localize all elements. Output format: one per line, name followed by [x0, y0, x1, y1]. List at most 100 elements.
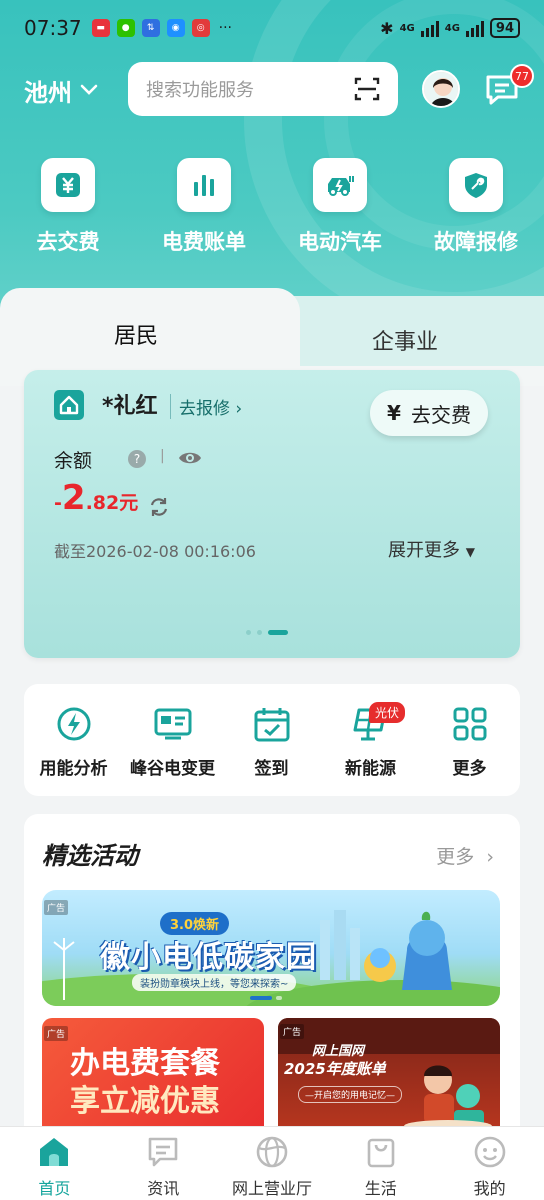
yen-icon [41, 158, 95, 212]
nav-label: 资讯 [147, 1179, 180, 1198]
nav-life[interactable]: 生活 [326, 1127, 435, 1200]
nav-label: 生活 [364, 1179, 397, 1198]
tab-resident[interactable]: 居民 [0, 288, 300, 368]
balance-value: -2.82元 [54, 478, 138, 518]
scan-icon[interactable] [354, 77, 380, 101]
battery-indicator: 94 [489, 18, 520, 38]
quick-repair[interactable]: 故障报修 [408, 158, 544, 256]
bluetooth-icon: ✱ [380, 18, 394, 38]
banner-title: 徽小电低碳家园 [100, 940, 317, 975]
bulb-notification-icon: ◉ [166, 19, 185, 37]
caret-down-icon: ▼ [465, 545, 475, 559]
service-more[interactable]: 更多 [420, 684, 519, 796]
service-new-energy[interactable]: 光伏 新能源 [321, 684, 420, 796]
tab-resident-label: 居民 [114, 324, 159, 349]
ad-tag: 广告 [44, 900, 69, 915]
account-card[interactable]: *礼红 去报修 › ¥ 去交费 余额 ? | -2.82元 截至2026-02-… [24, 370, 520, 658]
home-icon [40, 1138, 69, 1166]
help-icon[interactable]: ? [128, 450, 146, 468]
city-selector[interactable]: 池州 [24, 73, 98, 108]
repair-link[interactable]: 去报修 › [170, 394, 242, 419]
nav-mine[interactable]: 我的 [435, 1127, 544, 1200]
signal-icon [420, 19, 439, 37]
avatar-icon [424, 72, 458, 106]
bottom-navigation: 首页 资讯 网上营业厅 生活 我的 [0, 1126, 544, 1200]
activity-banner-main[interactable]: 广告 3.0焕新 徽小电低碳家园 装扮勋章模块上线，等您来探索~ [42, 890, 500, 1006]
huawei-notification-icon: ▬ [91, 19, 110, 37]
expand-more-label: 展开更多 [388, 540, 460, 561]
quick-menu: 去交费 电费账单 电动汽车 故障报修 [0, 158, 544, 256]
message-badge: 77 [510, 64, 534, 88]
pay-button[interactable]: ¥ 去交费 [370, 390, 488, 436]
balance-sign: - [54, 492, 62, 514]
smiley-icon [474, 1136, 505, 1168]
section-title: 精选活动 [42, 842, 138, 870]
nav-label: 网上营业厅 [231, 1179, 312, 1198]
nav-news[interactable]: 资讯 [109, 1127, 218, 1200]
search-placeholder: 搜索功能服务 [146, 80, 254, 101]
message-button[interactable]: 77 [484, 64, 534, 108]
service-row: 用能分析 峰谷电变更 签到 光伏 新能源 更多 [24, 684, 520, 796]
expand-more[interactable]: 展开更多 ▼ [388, 536, 475, 562]
quick-label: 故障报修 [434, 230, 518, 254]
shopping-bag-icon [367, 1138, 395, 1168]
globe-icon [256, 1136, 288, 1168]
divider: | [160, 448, 165, 464]
tab-enterprise[interactable]: 企事业 [276, 296, 544, 368]
service-energy-analysis[interactable]: 用能分析 [24, 684, 123, 796]
top-bar: 池州 搜索功能服务 77 [0, 62, 544, 118]
city-name: 池州 [24, 78, 72, 107]
account-type-tabs: 企事业 居民 [0, 288, 544, 368]
banner-pager [250, 996, 282, 1000]
activity-banner-package[interactable]: 广告 办电费套餐 享立减优惠 [42, 1018, 264, 1130]
account-name: *礼红 [102, 394, 158, 419]
nav-home[interactable]: 首页 [0, 1127, 109, 1200]
more-link[interactable]: 更多 › [436, 842, 494, 869]
pv-badge: 光伏 [369, 702, 406, 723]
ad-tag: 广告 [280, 1024, 305, 1039]
more-notifications-indicator: ··· [218, 20, 232, 36]
featured-activities: 精选活动 更多 › 广告 3.0焕新 徽小电低碳家园 装扮勋章模块上线，等您来探… [24, 814, 520, 1134]
eye-icon[interactable] [178, 450, 202, 466]
pay-button-label: 去交费 [410, 402, 471, 427]
wrench-shield-icon [449, 158, 503, 212]
quick-label: 电费账单 [162, 230, 246, 254]
search-bar[interactable]: 搜索功能服务 [128, 62, 398, 116]
service-label: 用能分析 [39, 759, 108, 779]
calendar-check-icon [254, 708, 289, 742]
banner-line-2: 享立减优惠 [70, 1084, 220, 1119]
meter-card-icon [154, 708, 191, 740]
quick-pay[interactable]: 去交费 [0, 158, 136, 256]
service-label: 新能源 [345, 759, 396, 779]
activity-banner-annual-bill[interactable]: 广告 网上国网 2025年度账单 —开启您的用电记忆— [278, 1018, 500, 1130]
status-bar: 07:37 ▬ ● ⇅ ◉ ◎ ··· ✱ 4G 4G 94 [0, 0, 544, 56]
bar-chart-icon [177, 158, 231, 212]
service-peak-valley[interactable]: 峰谷电变更 [123, 684, 222, 796]
balance-timestamp: 截至2026-02-08 00:16:06 [54, 542, 256, 561]
home-icon [54, 390, 84, 420]
chevron-down-icon [80, 84, 98, 95]
app-notification-icon: ⇅ [141, 19, 160, 37]
quick-label: 电动汽车 [298, 230, 382, 254]
tab-enterprise-label: 企事业 [372, 330, 439, 355]
banner-line-3: —开启您的用电记忆— [298, 1086, 403, 1103]
nav-online-hall[interactable]: 网上营业厅 [218, 1127, 327, 1200]
customer-service-avatar[interactable] [422, 70, 460, 108]
ev-charger-icon [313, 158, 367, 212]
quick-ev[interactable]: 电动汽车 [272, 158, 408, 256]
signal-icon [465, 19, 484, 37]
refresh-icon[interactable] [148, 496, 170, 518]
quick-bill[interactable]: 电费账单 [136, 158, 272, 256]
status-time: 07:37 [24, 16, 82, 40]
lightning-gauge-icon [57, 707, 90, 741]
service-label: 峰谷电变更 [130, 759, 215, 779]
service-label: 更多 [452, 759, 487, 779]
chevron-right-icon: › [486, 846, 494, 868]
news-icon [148, 1137, 178, 1167]
balance-integer: 2 [61, 478, 86, 518]
banner-line-2: 2025年度账单 [284, 1060, 386, 1078]
balance-label: 余额 [54, 450, 93, 472]
target-notification-icon: ◎ [191, 19, 210, 37]
service-checkin[interactable]: 签到 [222, 684, 321, 796]
wechat-notification-icon: ● [116, 19, 135, 37]
